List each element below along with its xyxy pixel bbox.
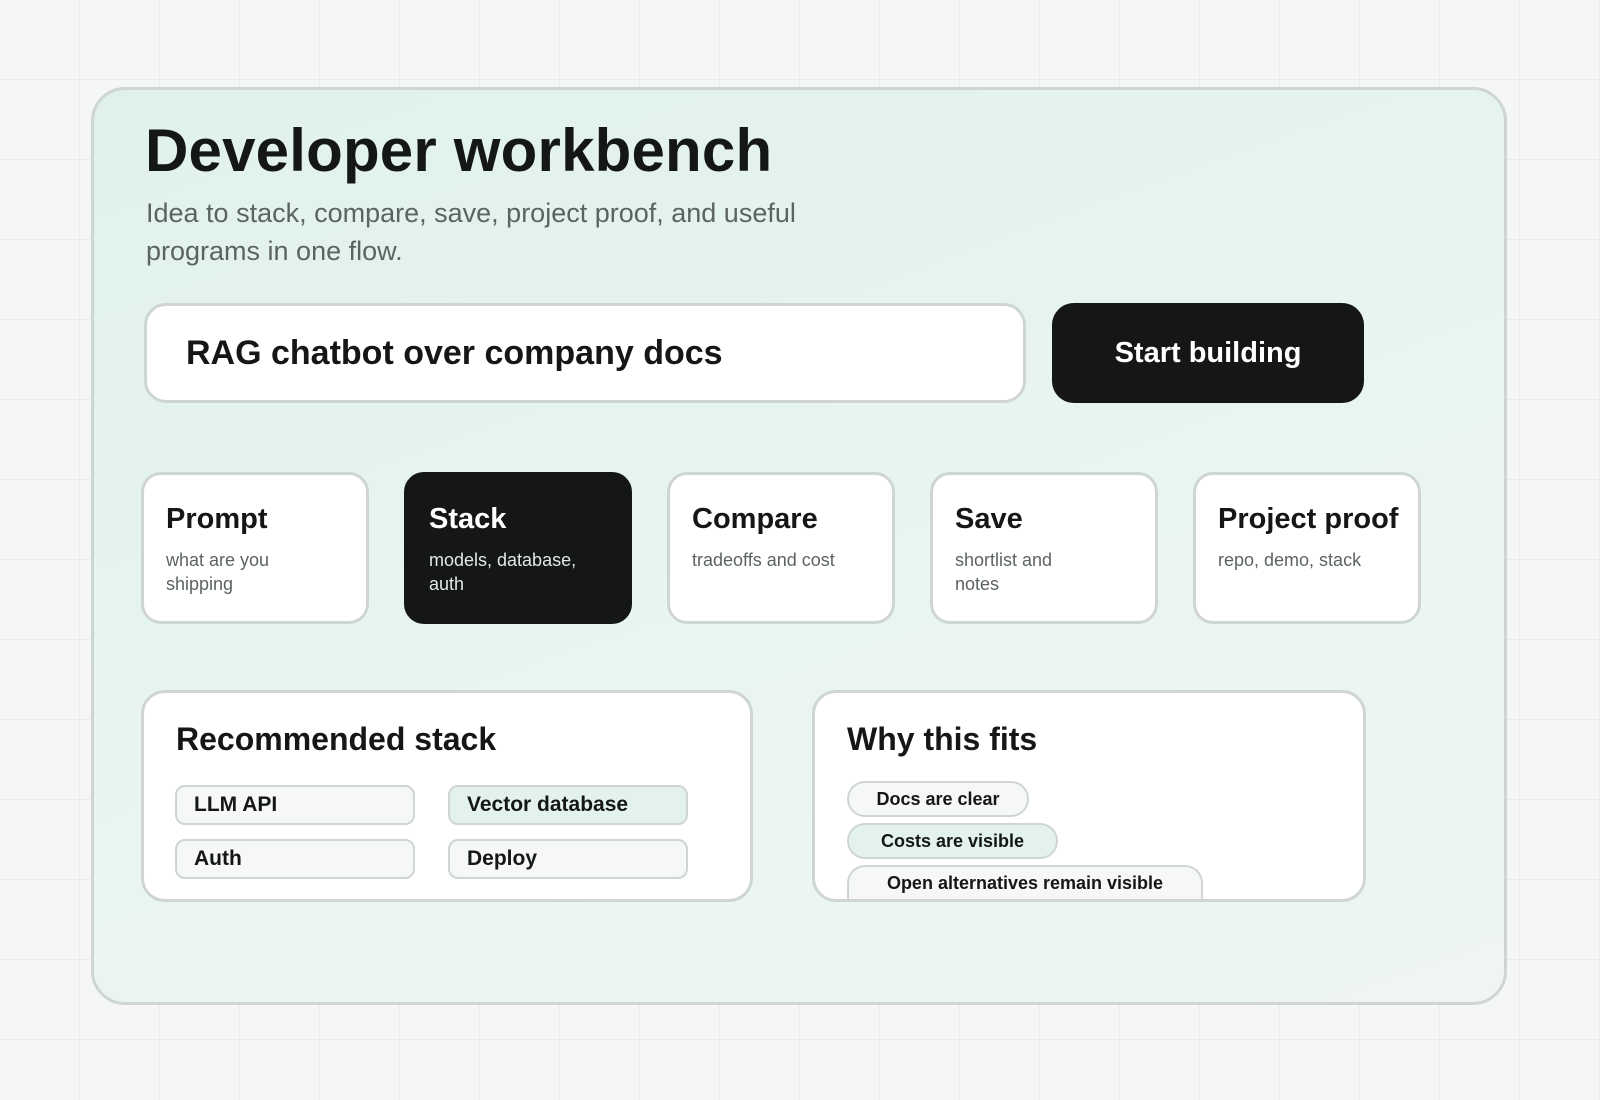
page-title: Developer workbench xyxy=(145,117,773,184)
step-description: what are you shipping xyxy=(166,550,270,594)
step-prompt[interactable]: Prompt what are you shipping xyxy=(141,472,369,624)
why-this-fits-card: Why this fits Docs are clear Costs are v… xyxy=(812,690,1366,902)
recommended-stack-card: Recommended stack LLM API Vector databas… xyxy=(141,690,753,902)
start-building-button[interactable]: Start building xyxy=(1052,303,1364,403)
step-stack[interactable]: Stack models, database, auth xyxy=(404,472,632,624)
stack-item-deploy[interactable]: Deploy xyxy=(448,839,688,879)
step-save[interactable]: Save shortlist and notes xyxy=(930,472,1158,624)
step-description: models, database, auth xyxy=(429,550,577,594)
fit-reason-pill: Costs are visible xyxy=(847,823,1058,859)
step-project-proof[interactable]: Project proof repo, demo, stack xyxy=(1193,472,1421,624)
step-title: Project proof xyxy=(1218,503,1399,535)
recommended-stack-title: Recommended stack xyxy=(176,721,497,757)
why-this-fits-title: Why this fits xyxy=(847,721,1038,757)
project-prompt-input[interactable] xyxy=(144,303,1026,403)
step-description: repo, demo, stack xyxy=(1218,550,1362,570)
fit-reason-pill: Docs are clear xyxy=(847,781,1029,817)
stack-item-vector-database[interactable]: Vector database xyxy=(448,785,688,825)
fit-reason-pill: Open alternatives remain visible xyxy=(847,865,1203,899)
step-title: Save xyxy=(955,503,1023,535)
stack-item-auth[interactable]: Auth xyxy=(175,839,415,879)
stack-item-llm-api[interactable]: LLM API xyxy=(175,785,415,825)
page-subtitle: Idea to stack, compare, save, project pr… xyxy=(146,198,796,266)
step-title: Prompt xyxy=(166,503,268,535)
workbench-panel: Developer workbench Idea to stack, compa… xyxy=(91,87,1507,1005)
step-compare[interactable]: Compare tradeoffs and cost xyxy=(667,472,895,624)
step-title: Compare xyxy=(692,503,818,535)
step-title: Stack xyxy=(429,503,507,535)
step-description: tradeoffs and cost xyxy=(692,550,835,570)
step-description: shortlist and notes xyxy=(955,550,1053,594)
